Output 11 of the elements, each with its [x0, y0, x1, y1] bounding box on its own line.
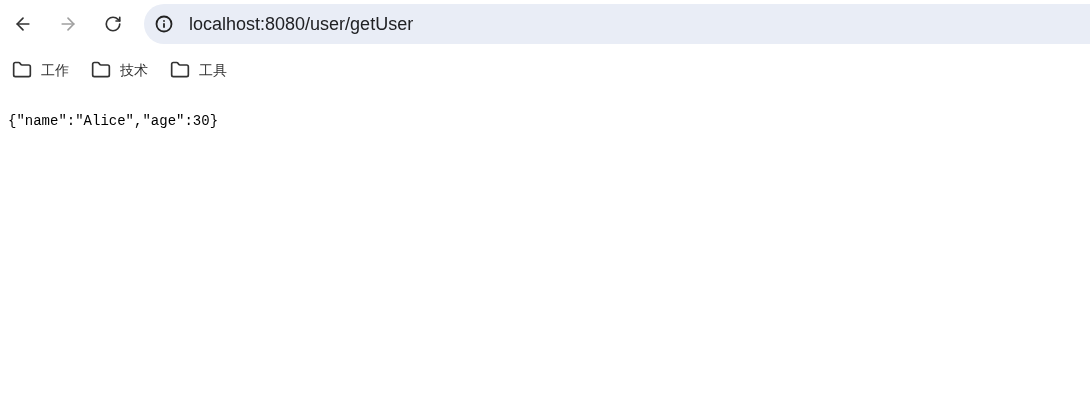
folder-icon[interactable]	[170, 60, 190, 80]
bookmark-folder[interactable]: 技术	[91, 56, 148, 84]
folder-icon[interactable]	[91, 60, 111, 80]
json-response-text: {"name":"Alice","age":30}	[8, 112, 220, 131]
bookmark-folder[interactable]: 工具	[170, 56, 227, 84]
url-text: localhost:8080/user/getUser	[189, 12, 414, 36]
bookmark-folder[interactable]: 工作	[12, 56, 69, 84]
address-bar[interactable]: localhost:8080/user/getUser	[144, 4, 1090, 44]
info-icon[interactable]	[155, 15, 173, 33]
reload-icon[interactable]	[104, 15, 122, 33]
folder-icon[interactable]	[12, 60, 32, 80]
